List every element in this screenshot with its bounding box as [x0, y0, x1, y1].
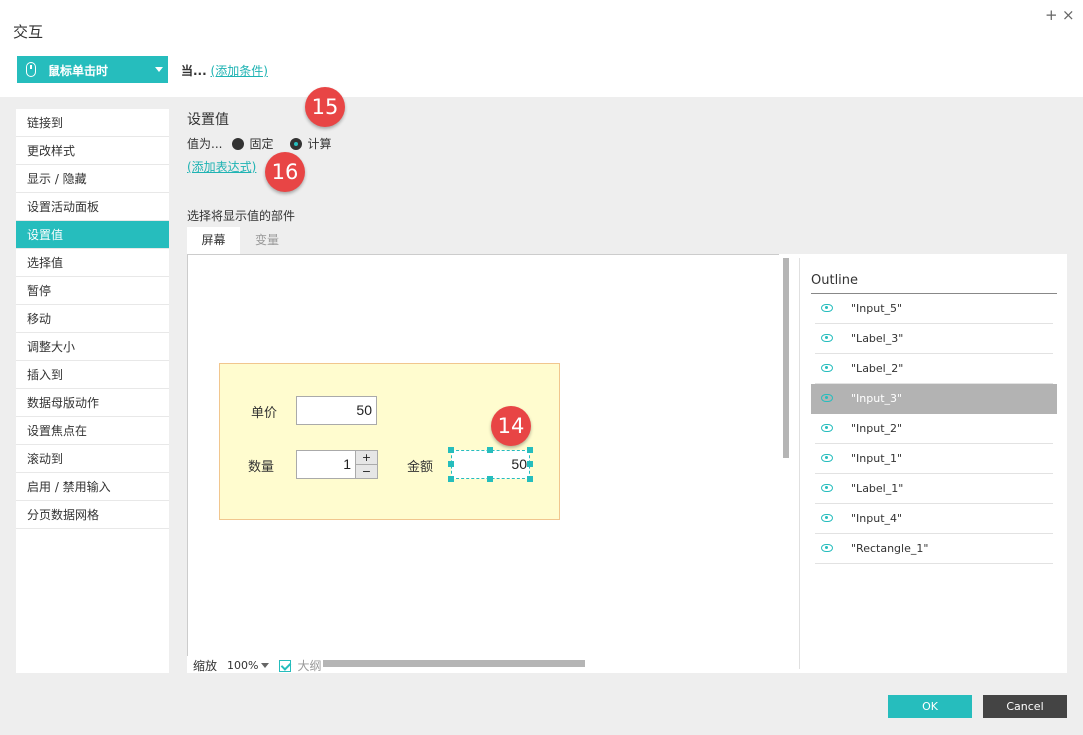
eye-icon[interactable] — [821, 304, 833, 312]
action-item-paginate[interactable]: 分页数据网格 — [16, 501, 169, 529]
action-item-link[interactable]: 链接到 — [16, 109, 169, 137]
trigger-label: 鼠标单击时 — [48, 64, 109, 78]
eye-icon[interactable] — [821, 394, 833, 402]
section-title: 设置值 — [187, 112, 229, 128]
close-icon[interactable]: × — [1062, 6, 1075, 24]
resize-handle[interactable] — [527, 447, 533, 453]
eye-icon[interactable] — [821, 364, 833, 372]
trigger-dropdown[interactable]: 鼠标单击时 — [17, 56, 168, 83]
outline-list: "Input_5" "Label_3" "Label_2" "Input_3" … — [811, 294, 1057, 564]
outline-item[interactable]: "Rectangle_1" — [811, 534, 1057, 564]
action-item-focus[interactable]: 设置焦点在 — [16, 417, 169, 445]
eye-icon[interactable] — [821, 454, 833, 462]
outline-title: Outline — [811, 273, 859, 288]
outline-item-selected[interactable]: "Input_3" — [811, 384, 1057, 414]
zoom-label: 缩放 — [193, 659, 218, 673]
value-prefix: 值为... — [187, 137, 223, 151]
action-item-enable-disable[interactable]: 启用 / 禁用输入 — [16, 473, 169, 501]
action-item-style[interactable]: 更改样式 — [16, 137, 169, 165]
unit-price-input[interactable]: 50 — [296, 396, 377, 425]
outline-item[interactable]: "Input_1" — [811, 444, 1057, 474]
outline-item[interactable]: "Label_1" — [811, 474, 1057, 504]
outline-checkbox-label: 大纲 — [297, 659, 322, 673]
resize-handle[interactable] — [448, 461, 454, 467]
action-item-show-hide[interactable]: 显示 / 隐藏 — [16, 165, 169, 193]
stepper-minus-button[interactable]: − — [356, 465, 377, 478]
action-item-move[interactable]: 移动 — [16, 305, 169, 333]
outline-item[interactable]: "Input_2" — [811, 414, 1057, 444]
outline-item[interactable]: "Label_3" — [811, 324, 1057, 354]
outline-checkbox[interactable] — [279, 659, 292, 672]
add-expression-link[interactable]: (添加表达式) — [187, 158, 256, 175]
resize-handle[interactable] — [448, 447, 454, 453]
eye-icon[interactable] — [821, 334, 833, 342]
badge-16: 16 — [265, 152, 305, 192]
ok-button[interactable]: OK — [888, 695, 972, 718]
quantity-input[interactable]: 1 — [296, 450, 356, 479]
action-item-set-panel[interactable]: 设置活动面板 — [16, 193, 169, 221]
horizontal-scrollbar[interactable] — [323, 660, 585, 667]
panel-divider — [799, 258, 800, 669]
outline-item[interactable]: "Input_5" — [811, 294, 1057, 324]
resize-handle[interactable] — [487, 447, 493, 453]
resize-handle[interactable] — [448, 476, 454, 482]
vertical-scrollbar[interactable] — [783, 258, 789, 458]
action-item-datamaster[interactable]: 数据母版动作 — [16, 389, 169, 417]
quantity-label: 数量 — [248, 460, 275, 475]
chevron-down-icon[interactable] — [261, 663, 270, 668]
stepper-plus-button[interactable]: + — [356, 451, 377, 464]
add-icon[interactable]: + — [1045, 6, 1058, 24]
eye-icon[interactable] — [821, 424, 833, 432]
resize-handle[interactable] — [527, 461, 533, 467]
outline-item[interactable]: "Label_2" — [811, 354, 1057, 384]
chevron-down-icon — [155, 67, 163, 72]
value-type-row: 值为... 固定 计算 — [187, 135, 331, 152]
mouse-icon — [26, 62, 36, 77]
tab-variables[interactable]: 变量 — [240, 227, 294, 254]
unit-price-label: 单价 — [251, 406, 278, 421]
dialog-title: 交互 — [13, 23, 44, 41]
zoom-bar: 缩放 100% 大纲 — [193, 657, 321, 674]
radio-calc[interactable] — [290, 137, 303, 150]
cancel-button[interactable]: Cancel — [983, 695, 1067, 718]
badge-15: 15 — [305, 87, 345, 127]
action-item-resize[interactable]: 调整大小 — [16, 333, 169, 361]
action-item-select-value[interactable]: 选择值 — [16, 249, 169, 277]
eye-icon[interactable] — [821, 514, 833, 522]
action-item-insert[interactable]: 插入到 — [16, 361, 169, 389]
condition-row: 当... (添加条件) — [181, 62, 268, 79]
action-item-pause[interactable]: 暂停 — [16, 277, 169, 305]
radio-fixed[interactable] — [232, 137, 245, 150]
resize-handle[interactable] — [527, 476, 533, 482]
action-item-scroll[interactable]: 滚动到 — [16, 445, 169, 473]
choose-widget-label: 选择将显示值的部件 — [187, 209, 296, 223]
tab-screen[interactable]: 屏幕 — [187, 227, 240, 254]
quantity-stepper[interactable]: + − — [355, 450, 378, 479]
eye-icon[interactable] — [821, 544, 833, 552]
action-list: 链接到 更改样式 显示 / 隐藏 设置活动面板 设置值 选择值 暂停 移动 调整… — [16, 109, 169, 673]
outline-item[interactable]: "Input_4" — [811, 504, 1057, 534]
condition-prefix: 当... — [181, 64, 207, 78]
radio-calc-label: 计算 — [307, 137, 332, 151]
amount-input[interactable]: 50 — [451, 450, 530, 479]
action-item-set-value[interactable]: 设置值 — [16, 221, 169, 249]
eye-icon[interactable] — [821, 484, 833, 492]
zoom-select[interactable]: 100% — [227, 659, 258, 672]
resize-handle[interactable] — [487, 476, 493, 482]
add-condition-link[interactable]: (添加条件) — [211, 64, 268, 78]
badge-14: 14 — [491, 406, 531, 446]
radio-fixed-label: 固定 — [249, 137, 274, 151]
amount-label: 金额 — [407, 460, 434, 475]
